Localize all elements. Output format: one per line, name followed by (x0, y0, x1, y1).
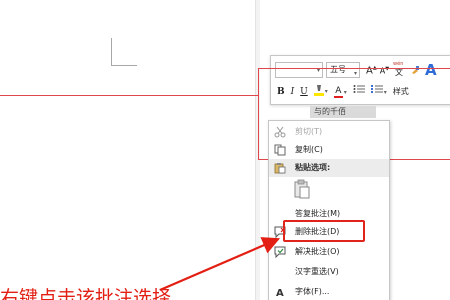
menu-item-cut[interactable]: 剪切(T) (269, 123, 389, 141)
context-menu: 剪切(T) 复制(C) 粘贴选项: 答复批注(M) 删除批注(D) 解决批注(O… (268, 120, 390, 300)
menu-item-label: 复制(C) (295, 145, 323, 154)
menu-item-label: 粘贴选项: (295, 163, 331, 172)
delete-comment-highlight-box (283, 220, 365, 242)
paste-icon (274, 162, 286, 174)
paste-keep-text-icon[interactable] (293, 179, 311, 199)
menu-item-hanzi-reselect[interactable]: 汉字重选(V) (269, 263, 389, 281)
menu-item-paste-options: 粘贴选项: (269, 159, 389, 177)
copy-icon (274, 144, 286, 156)
menu-item-label: 字体(F)... (295, 287, 330, 296)
menu-item-label: 汉字重选(V) (295, 267, 339, 276)
menu-item-label: 剪切(T) (295, 127, 323, 136)
scissors-icon (274, 126, 286, 138)
menu-item-font[interactable]: A 字体(F)... (269, 283, 389, 300)
margin-corner-mark (111, 38, 137, 66)
menu-item-resolve-comment[interactable]: 解决批注(O) (269, 243, 389, 261)
comment-connector-line (0, 95, 258, 96)
menu-item-label: 解决批注(O) (295, 247, 340, 256)
resolve-comment-icon (274, 246, 286, 259)
menu-item-copy[interactable]: 复制(C) (269, 141, 389, 159)
svg-text:A: A (276, 288, 284, 298)
callout-instruction-text: 右键点击该批注选择 (0, 287, 172, 300)
font-icon: A (274, 286, 286, 299)
